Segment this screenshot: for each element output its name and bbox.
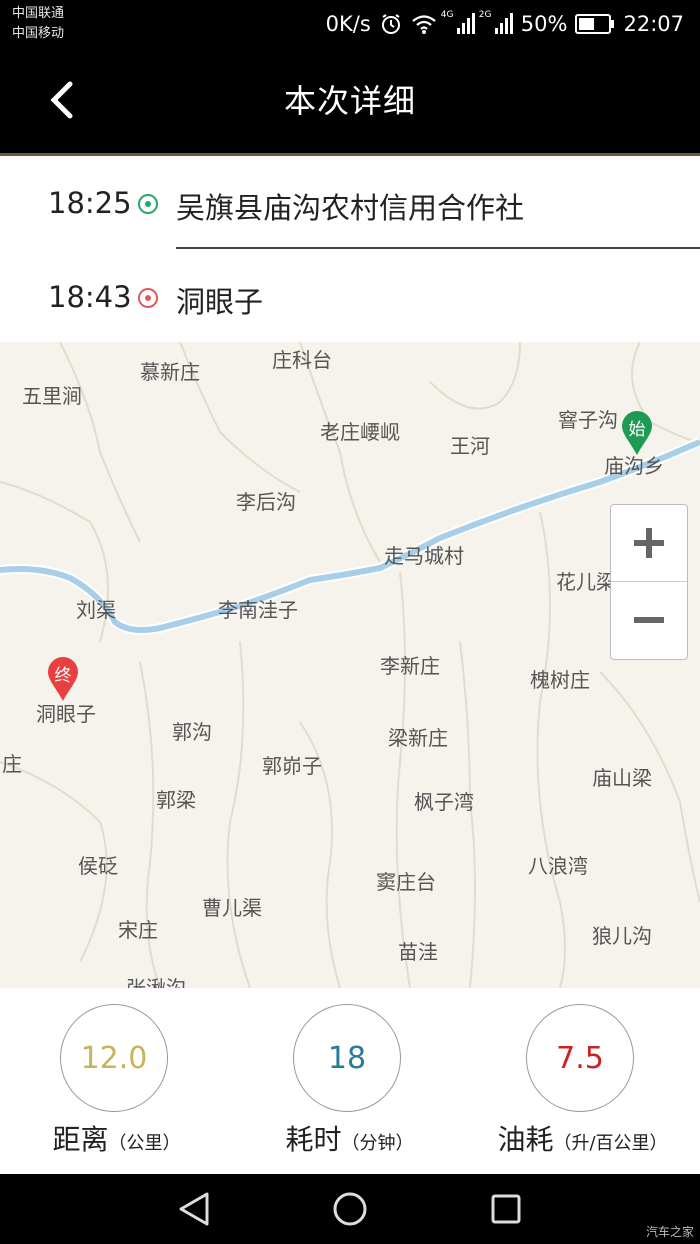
nav-home-button[interactable] bbox=[326, 1185, 374, 1233]
map-label: 王河 bbox=[450, 434, 490, 458]
route-end-row: 18:43 洞眼子 bbox=[0, 250, 700, 342]
trip-stats: 12.0 距离（公里） 18 耗时（分钟） 7.5 油耗（升/百公里） bbox=[0, 988, 700, 1174]
nav-recents-button[interactable] bbox=[482, 1185, 530, 1233]
net-4g-label: 4G bbox=[440, 10, 454, 20]
fuel-value: 7.5 bbox=[526, 1004, 634, 1112]
fuel-name: 油耗 bbox=[497, 1123, 554, 1156]
map-label: 老庄崾岘 bbox=[320, 420, 400, 444]
stat-duration: 18 耗时（分钟） bbox=[233, 988, 466, 1174]
signal-4g-icon: 4G bbox=[441, 10, 475, 36]
map-label: 张湫沟 bbox=[126, 976, 186, 988]
map-label: 五里涧 bbox=[22, 384, 82, 408]
system-nav-bar: 汽车之家 bbox=[0, 1174, 700, 1244]
map-label: 李南洼子 bbox=[218, 598, 298, 622]
map-label: 侯砭 bbox=[78, 854, 118, 878]
map-label: 郭梁 bbox=[156, 788, 196, 812]
map-label: 李新庄 bbox=[380, 654, 440, 678]
app-bar: 本次详细 bbox=[0, 50, 700, 153]
duration-name: 耗时 bbox=[285, 1123, 342, 1156]
net-2g-label: 2G bbox=[478, 10, 492, 20]
map-label: 窨子沟 bbox=[558, 408, 618, 432]
distance-label: 距离（公里） bbox=[0, 1118, 233, 1158]
watermark: 汽车之家 bbox=[645, 1225, 694, 1239]
start-time: 18:25 bbox=[48, 186, 132, 220]
map-label: 苗洼 bbox=[398, 940, 438, 964]
distance-unit: （公里） bbox=[108, 1133, 181, 1154]
map-label: 槐树庄 bbox=[530, 668, 590, 692]
map-view[interactable]: 慕新庄 庄科台 五里涧 老庄崾岘 王河 窨子沟 庙沟乡 李后沟 走马城村 花儿梁… bbox=[0, 342, 700, 988]
end-dot-icon bbox=[138, 288, 158, 308]
clock: 22:07 bbox=[623, 12, 684, 36]
fuel-unit: （升/百公里） bbox=[553, 1133, 668, 1154]
wifi-icon bbox=[411, 13, 437, 35]
route-divider bbox=[176, 247, 700, 249]
fuel-label: 油耗（升/百公里） bbox=[466, 1118, 699, 1158]
carrier-1: 中国联通 bbox=[12, 6, 65, 21]
map-label: 梁新庄 bbox=[388, 726, 448, 750]
nav-back-button[interactable] bbox=[170, 1185, 218, 1233]
zoom-in-button[interactable] bbox=[611, 505, 687, 582]
start-place: 吴旗县庙沟农村信用合作社 bbox=[176, 191, 525, 225]
recents-square-icon bbox=[491, 1194, 521, 1224]
route-panel: 18:25 吴旗县庙沟农村信用合作社 18:43 洞眼子 bbox=[0, 156, 700, 342]
start-marker-label: 始 bbox=[628, 420, 646, 440]
map-label: 洞眼子 bbox=[36, 702, 96, 726]
back-triangle-icon bbox=[179, 1192, 209, 1226]
plus-icon bbox=[634, 528, 664, 558]
duration-label: 耗时（分钟） bbox=[233, 1118, 466, 1158]
map-label: 庄 bbox=[2, 752, 22, 776]
alarm-icon bbox=[379, 12, 403, 36]
signal-2g-icon: 2G bbox=[479, 10, 513, 36]
map-label: 宋庄 bbox=[118, 918, 158, 942]
map-label: 庙山梁 bbox=[592, 766, 652, 790]
map-label: 狼儿沟 bbox=[592, 924, 652, 948]
map-label: 窦庄台 bbox=[376, 870, 436, 894]
page-title: 本次详细 bbox=[283, 82, 416, 120]
map-label: 李后沟 bbox=[236, 490, 296, 514]
net-speed: 0K/s bbox=[325, 12, 371, 36]
battery-icon bbox=[575, 13, 615, 35]
zoom-control bbox=[610, 504, 688, 660]
stat-fuel: 7.5 油耗（升/百公里） bbox=[466, 988, 699, 1174]
battery-percent: 50% bbox=[520, 12, 568, 36]
map-label: 走马城村 bbox=[384, 544, 464, 568]
map-label: 郭峁子 bbox=[262, 754, 322, 778]
zoom-out-button[interactable] bbox=[611, 582, 687, 658]
home-circle-icon bbox=[333, 1192, 367, 1226]
carrier-2: 中国移动 bbox=[12, 26, 65, 41]
end-marker-label: 终 bbox=[54, 666, 72, 686]
end-place: 洞眼子 bbox=[176, 285, 264, 319]
duration-unit: （分钟） bbox=[341, 1133, 414, 1154]
status-indicators: 0K/s 4G 2G 50% 22:07 bbox=[326, 10, 684, 38]
end-marker-icon[interactable]: 终 bbox=[46, 656, 80, 702]
map-label: 曹儿渠 bbox=[202, 896, 262, 920]
end-time: 18:43 bbox=[48, 280, 132, 314]
duration-value: 18 bbox=[293, 1004, 401, 1112]
map-label: 庄科台 bbox=[272, 348, 332, 372]
status-bar: 中国联通 中国移动 0K/s 4G 2G 50% 22:07 bbox=[0, 0, 700, 50]
distance-value: 12.0 bbox=[60, 1004, 168, 1112]
route-start-row: 18:25 吴旗县庙沟农村信用合作社 bbox=[0, 156, 700, 249]
map-label: 八浪湾 bbox=[528, 854, 588, 878]
minus-icon bbox=[634, 617, 664, 623]
distance-name: 距离 bbox=[52, 1123, 109, 1156]
map-label: 花儿梁 bbox=[556, 570, 616, 594]
map-label: 枫子湾 bbox=[414, 790, 474, 814]
start-marker-icon[interactable]: 始 bbox=[620, 410, 654, 456]
map-label: 慕新庄 bbox=[140, 360, 200, 384]
map-label: 刘渠 bbox=[76, 598, 116, 622]
stat-distance: 12.0 距离（公里） bbox=[0, 988, 233, 1174]
start-dot-icon bbox=[138, 194, 158, 214]
map-label: 郭沟 bbox=[172, 720, 212, 744]
